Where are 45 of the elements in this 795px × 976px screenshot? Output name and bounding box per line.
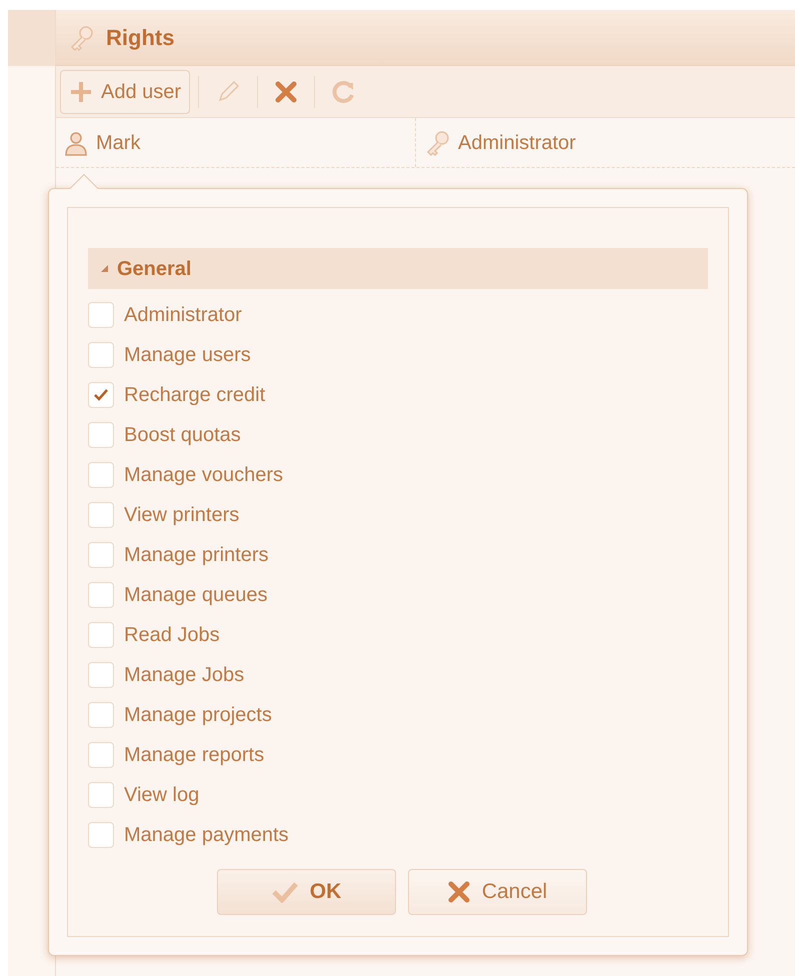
checkbox[interactable] bbox=[88, 822, 114, 848]
right-label: Recharge credit bbox=[124, 383, 266, 408]
checkbox[interactable] bbox=[88, 662, 114, 688]
user-icon bbox=[64, 130, 88, 156]
right-label: Administrator bbox=[124, 303, 242, 328]
plus-icon bbox=[69, 80, 93, 104]
checkbox[interactable] bbox=[88, 502, 114, 528]
right-label: View printers bbox=[124, 503, 240, 528]
panel-title: Rights bbox=[106, 24, 174, 52]
checkbox[interactable] bbox=[88, 582, 114, 608]
checkbox[interactable] bbox=[88, 422, 114, 448]
checkbox[interactable] bbox=[88, 302, 114, 328]
right-label: Manage queues bbox=[124, 583, 268, 608]
checkbox[interactable] bbox=[88, 462, 114, 488]
close-icon bbox=[274, 80, 298, 104]
add-user-button[interactable]: Add user bbox=[60, 70, 190, 114]
user-name: Mark bbox=[96, 130, 140, 156]
right-label: Manage payments bbox=[124, 823, 289, 848]
right-label: Manage reports bbox=[124, 743, 264, 768]
check-icon bbox=[93, 388, 109, 402]
right-label: Manage users bbox=[124, 343, 251, 368]
right-label: Manage Jobs bbox=[124, 663, 244, 688]
checkbox[interactable] bbox=[88, 382, 114, 408]
right-label: View log bbox=[124, 783, 200, 808]
role-name: Administrator bbox=[458, 130, 576, 156]
right-label: Manage printers bbox=[124, 543, 269, 568]
cancel-button[interactable]: Cancel bbox=[408, 869, 587, 915]
checkbox[interactable] bbox=[88, 742, 114, 768]
right-label: Manage projects bbox=[124, 703, 272, 728]
checkbox[interactable] bbox=[88, 702, 114, 728]
right-label: Manage vouchers bbox=[124, 463, 283, 488]
section-header[interactable]: General bbox=[88, 248, 708, 289]
checkbox[interactable] bbox=[88, 782, 114, 808]
section-title: General bbox=[117, 256, 192, 282]
right-label: Read Jobs bbox=[124, 623, 220, 648]
check-icon bbox=[272, 881, 298, 903]
close-icon bbox=[448, 881, 470, 903]
right-label: Boost quotas bbox=[124, 423, 241, 448]
key-icon bbox=[68, 24, 94, 50]
key-icon bbox=[424, 130, 450, 156]
expand-triangle-icon bbox=[100, 264, 109, 273]
checkbox[interactable] bbox=[88, 342, 114, 368]
ok-button[interactable]: OK bbox=[217, 869, 396, 915]
checkbox[interactable] bbox=[88, 622, 114, 648]
checkbox[interactable] bbox=[88, 542, 114, 568]
